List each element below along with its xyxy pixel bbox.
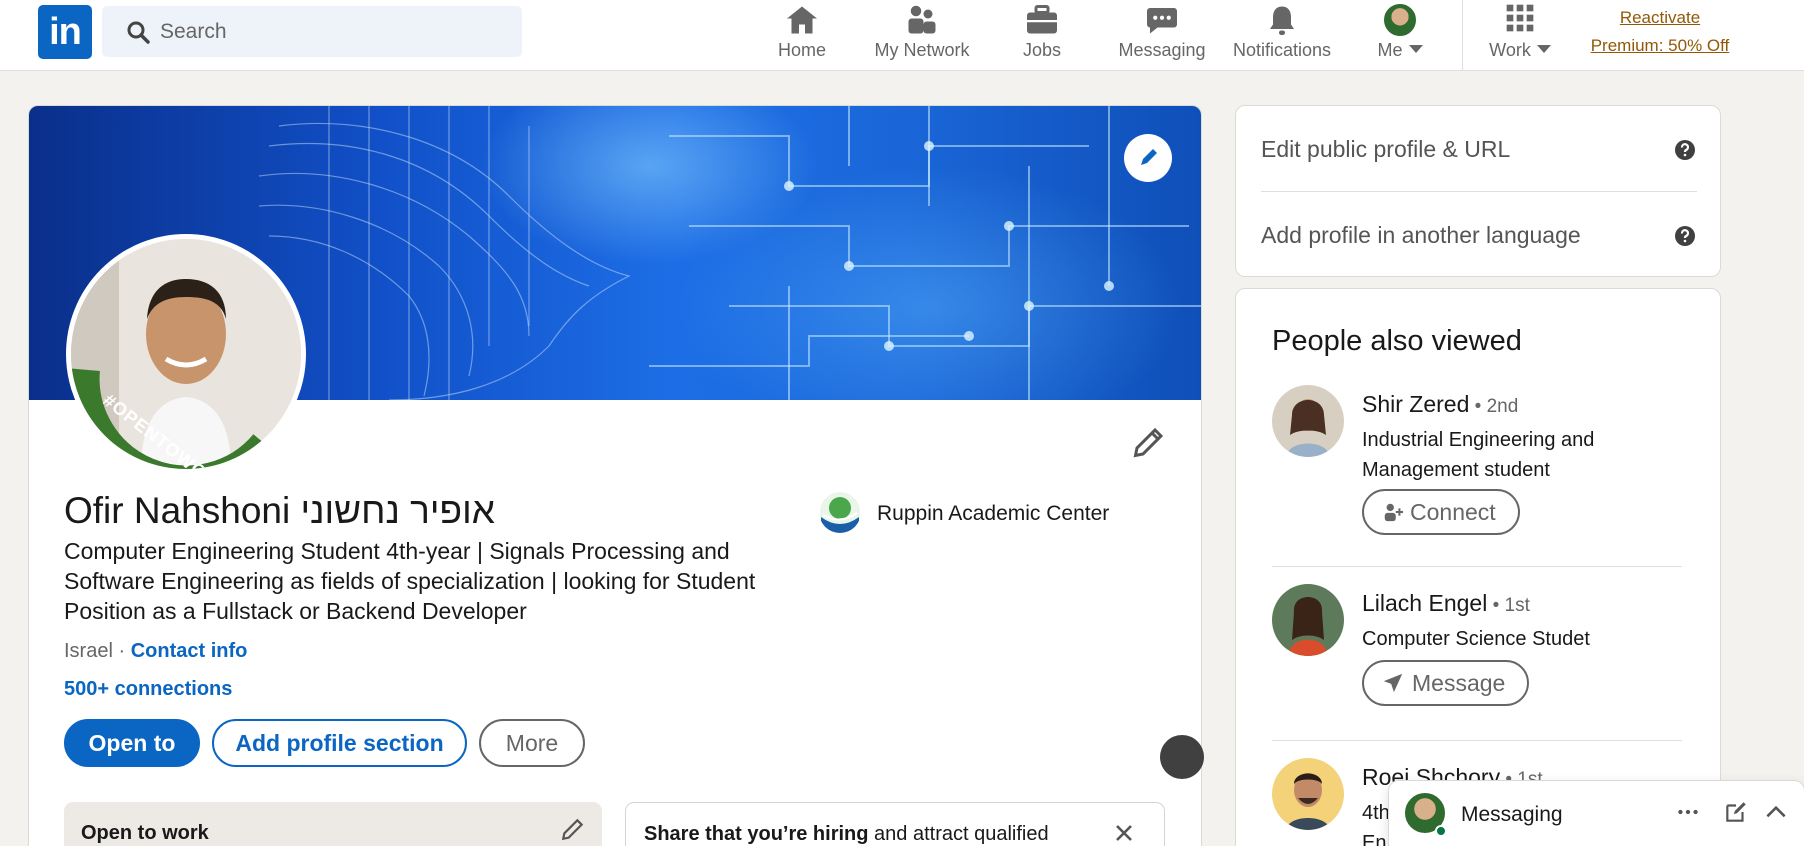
profile-name: Ofir Nahshoni אופיר נחשוני (64, 490, 495, 531)
connect-button-label: Connect (1410, 499, 1496, 525)
ruppin-logo-icon (820, 492, 860, 533)
message-button-label: Message (1412, 670, 1506, 696)
contact-info-link[interactable]: Contact info (131, 640, 248, 662)
people-also-viewed-heading: People also viewed (1272, 325, 1522, 357)
connections-link[interactable]: 500+ connections (64, 678, 232, 701)
person-title: Computer Science Studet (1362, 628, 1590, 650)
premium-line-2: Premium: 50% Off (1590, 36, 1730, 55)
help-icon[interactable] (1673, 138, 1697, 162)
edit-banner-button[interactable] (1124, 134, 1172, 182)
send-icon (1383, 673, 1403, 693)
bell-icon (1270, 6, 1294, 35)
hiring-card-text: Share that you’re hiring and attract qua… (644, 823, 1049, 846)
profile-settings-card: Edit public profile & URL Add profile in… (1235, 105, 1721, 277)
connection-degree: • 1st (1487, 595, 1530, 616)
pencil-icon[interactable] (560, 816, 586, 842)
premium-link[interactable]: Reactivate Premium: 50% Off (1580, 4, 1740, 60)
profile-location-row: Israel · Contact info (64, 640, 247, 663)
online-status-indicator (1435, 825, 1447, 837)
person-title: Industrial Engineering and Management st… (1362, 429, 1595, 481)
divider (1272, 566, 1682, 567)
nav-my-network-label: My Network (874, 40, 970, 60)
nav-me-label: Me (1370, 40, 1430, 61)
pencil-icon (1141, 149, 1157, 165)
nav-messaging-label: Messaging (1118, 40, 1206, 60)
add-profile-language-link[interactable]: Add profile in another language (1261, 222, 1697, 249)
avatar (1382, 2, 1418, 38)
hiring-card-rest: and attract qualified (868, 823, 1049, 845)
nav-me[interactable]: Me (1370, 0, 1430, 71)
nav-jobs-label: Jobs (1022, 40, 1062, 60)
briefcase-icon (1027, 5, 1057, 34)
chevron-down-icon (1536, 45, 1551, 53)
nav-messaging[interactable]: Messaging (1116, 0, 1208, 71)
nav-jobs[interactable]: Jobs (1012, 0, 1072, 71)
more-button[interactable]: More (479, 719, 585, 767)
open-to-button[interactable]: Open to (64, 719, 200, 767)
chevron-down-icon (1408, 45, 1423, 53)
linkedin-logo[interactable]: in (38, 5, 92, 59)
location-separator: · (112, 640, 131, 662)
edit-public-profile-link[interactable]: Edit public profile & URL (1261, 136, 1697, 163)
profile-photo-graphic (71, 239, 301, 469)
nav-work-label: Work (1484, 40, 1556, 61)
avatar[interactable] (1272, 584, 1344, 656)
search-icon (127, 21, 150, 44)
edit-public-profile-label: Edit public profile & URL (1261, 136, 1511, 162)
divider (1261, 191, 1697, 192)
messaging-bar[interactable]: Messaging (1389, 781, 1804, 846)
connect-button[interactable]: Connect (1362, 489, 1520, 535)
search-input[interactable] (160, 6, 500, 57)
nav-my-network[interactable]: My Network (872, 0, 972, 71)
add-profile-language-label: Add profile in another language (1261, 222, 1581, 248)
chevron-up-icon[interactable] (1763, 799, 1789, 825)
add-profile-section-button[interactable]: Add profile section (212, 719, 467, 767)
profile-card: #OPENTOWORK Ofir Nahshoni אופיר נחשוני C… (28, 105, 1202, 846)
person-name-row[interactable]: Lilach Engel • 1st (1362, 590, 1530, 617)
person-name-row[interactable]: Shir Zered • 2nd (1362, 391, 1518, 418)
chat-icon (1147, 8, 1177, 34)
open-to-work-card-title: Open to work (81, 822, 209, 844)
profile-photo[interactable]: #OPENTOWORK (66, 234, 306, 474)
help-icon[interactable] (1673, 224, 1697, 248)
edit-intro-pencil-icon[interactable] (1131, 424, 1167, 460)
nav-notifications[interactable]: Notifications (1230, 0, 1334, 71)
home-icon (787, 6, 817, 34)
compose-icon[interactable] (1723, 799, 1749, 825)
hiring-card[interactable]: Share that you’re hiring and attract qua… (625, 802, 1165, 846)
nav-home[interactable]: Home (772, 0, 832, 71)
person-name: Lilach Engel (1362, 590, 1488, 616)
nav-home-label: Home (777, 40, 826, 60)
carousel-next-button[interactable] (1160, 735, 1204, 779)
top-navigation: in Home My Network Jobs Messaging Notifi… (0, 0, 1804, 71)
messaging-bar-label: Messaging (1461, 803, 1563, 826)
network-icon (908, 5, 936, 34)
list-item: Shir Zered • 2nd Industrial Engineering … (1272, 385, 1692, 555)
avatar[interactable] (1272, 758, 1344, 830)
people-also-viewed-card: People also viewed Shir Zered • 2nd Indu… (1235, 288, 1721, 846)
profile-location: Israel (64, 640, 113, 662)
hiring-card-bold: Share that you’re hiring (644, 823, 869, 845)
divider (1272, 740, 1682, 741)
grid-icon (1506, 4, 1534, 32)
premium-line-1: Reactivate (1619, 8, 1701, 27)
nav-notifications-label: Notifications (1232, 40, 1332, 60)
search-bar[interactable] (102, 6, 522, 57)
organization-name[interactable]: Ruppin Academic Center (877, 502, 1109, 526)
avatar[interactable] (1272, 385, 1344, 457)
close-icon[interactable] (1112, 821, 1136, 845)
open-to-work-card[interactable]: Open to work (64, 802, 602, 846)
nav-work[interactable]: Work (1484, 0, 1556, 71)
connection-degree: • 2nd (1469, 396, 1519, 417)
message-button[interactable]: Message (1362, 660, 1530, 706)
person-name: Shir Zered (1362, 391, 1470, 417)
more-options-icon[interactable] (1675, 799, 1701, 825)
profile-headline: Computer Engineering Student 4th-year | … (64, 538, 756, 624)
add-person-icon (1384, 503, 1404, 522)
nav-divider (1462, 0, 1463, 71)
list-item: Lilach Engel • 1st Computer Science Stud… (1272, 584, 1692, 724)
